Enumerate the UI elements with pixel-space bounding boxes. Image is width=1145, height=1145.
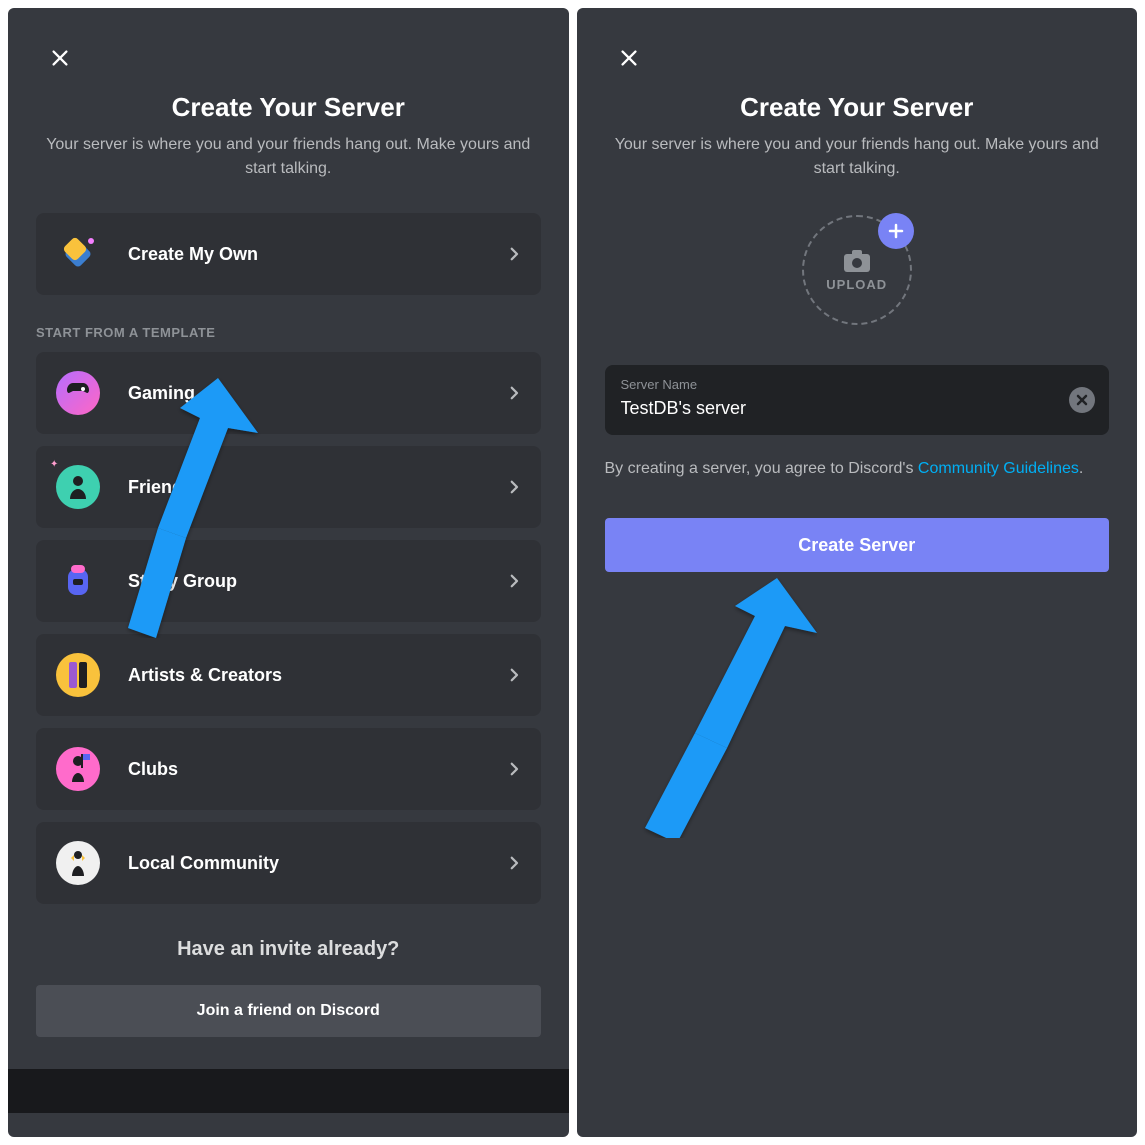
- clear-input-button[interactable]: [1069, 387, 1095, 413]
- camera-icon: [842, 249, 872, 273]
- diamond-icon: [52, 228, 104, 280]
- agreement-text: By creating a server, you agree to Disco…: [605, 455, 1110, 482]
- create-my-own-label: Create My Own: [128, 244, 505, 265]
- gaming-icon: [52, 367, 104, 419]
- left-screen: Create Your Server Your server is where …: [8, 8, 569, 1137]
- template-label: Local Community: [128, 853, 505, 874]
- close-icon: [49, 47, 71, 69]
- template-artists-creators[interactable]: Artists & Creators: [36, 634, 541, 716]
- bottom-nav: [8, 1069, 569, 1113]
- close-button[interactable]: [46, 44, 74, 72]
- create-my-own-row[interactable]: Create My Own: [36, 213, 541, 295]
- agreement-suffix: .: [1079, 460, 1083, 477]
- template-local-community[interactable]: Local Community: [36, 822, 541, 904]
- close-button[interactable]: [615, 44, 643, 72]
- header: Create Your Server Your server is where …: [8, 92, 569, 181]
- template-label: Friends: [128, 477, 505, 498]
- join-friend-button[interactable]: Join a friend on Discord: [36, 985, 541, 1037]
- agreement-prefix: By creating a server, you agree to Disco…: [605, 460, 918, 477]
- page-title: Create Your Server: [601, 92, 1114, 123]
- template-section-label: START FROM A TEMPLATE: [36, 325, 541, 340]
- community-guidelines-link[interactable]: Community Guidelines: [918, 460, 1079, 477]
- template-gaming[interactable]: Gaming: [36, 352, 541, 434]
- local-community-icon: [52, 837, 104, 889]
- template-label: Artists & Creators: [128, 665, 505, 686]
- page-subtitle: Your server is where you and your friend…: [601, 133, 1114, 181]
- chevron-right-icon: [505, 572, 523, 590]
- create-server-button[interactable]: Create Server: [605, 518, 1110, 572]
- server-name-input[interactable]: [621, 398, 1054, 419]
- template-friends[interactable]: ✦ Friends: [36, 446, 541, 528]
- chevron-right-icon: [505, 478, 523, 496]
- upload-avatar-button[interactable]: UPLOAD: [802, 215, 912, 325]
- chevron-right-icon: [505, 760, 523, 778]
- plus-badge: [878, 213, 914, 249]
- template-label: Gaming: [128, 383, 505, 404]
- template-clubs[interactable]: Clubs: [36, 728, 541, 810]
- study-group-icon: [52, 555, 104, 607]
- close-icon: [618, 47, 640, 69]
- chevron-right-icon: [505, 384, 523, 402]
- header: Create Your Server Your server is where …: [577, 92, 1138, 181]
- template-label: Study Group: [128, 571, 505, 592]
- page-title: Create Your Server: [32, 92, 545, 123]
- right-screen: Create Your Server Your server is where …: [577, 8, 1138, 1137]
- page-subtitle: Your server is where you and your friend…: [32, 133, 545, 181]
- artists-icon: [52, 649, 104, 701]
- friends-icon: ✦: [52, 461, 104, 513]
- chevron-right-icon: [505, 666, 523, 684]
- chevron-right-icon: [505, 245, 523, 263]
- content: UPLOAD Server Name By creating a server,…: [577, 181, 1138, 1113]
- template-label: Clubs: [128, 759, 505, 780]
- upload-label: UPLOAD: [826, 277, 887, 292]
- chevron-right-icon: [505, 854, 523, 872]
- server-name-input-card[interactable]: Server Name: [605, 365, 1110, 435]
- template-study-group[interactable]: Study Group: [36, 540, 541, 622]
- content: Create My Own START FROM A TEMPLATE Gami…: [8, 181, 569, 1045]
- invite-prompt: Have an invite already?: [36, 938, 541, 961]
- close-icon: [1076, 394, 1088, 406]
- clubs-icon: [52, 743, 104, 795]
- plus-icon: [888, 223, 904, 239]
- server-name-label: Server Name: [621, 377, 1094, 392]
